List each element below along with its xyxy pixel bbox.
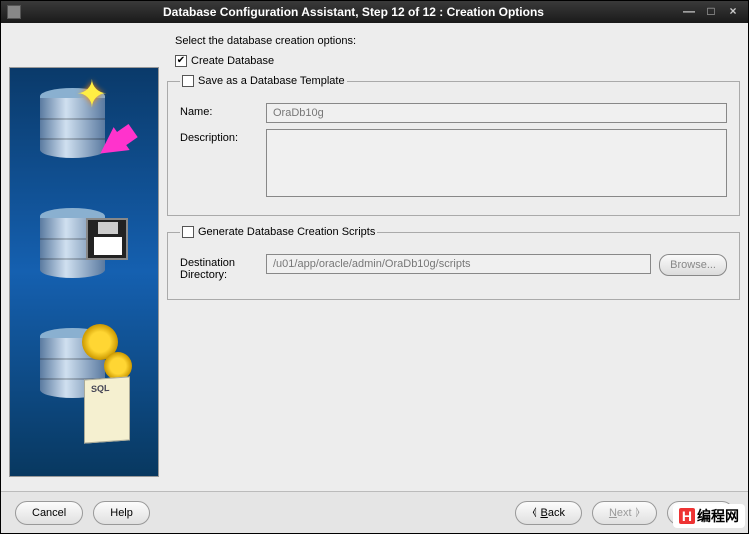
maximize-button[interactable]: □ bbox=[702, 5, 720, 19]
dest-dir-input[interactable] bbox=[266, 254, 651, 274]
minimize-button[interactable]: — bbox=[680, 5, 698, 19]
sql-script-icon bbox=[84, 376, 130, 443]
template-name-label: Name: bbox=[180, 103, 258, 118]
save-template-checkbox[interactable] bbox=[182, 75, 194, 87]
wizard-button-bar: Cancel Help ⦉ Back Next ⦊ Finish bbox=[1, 491, 748, 533]
browse-button[interactable]: Browse... bbox=[659, 254, 727, 276]
close-button[interactable]: × bbox=[724, 5, 742, 19]
create-database-label: Create Database bbox=[191, 55, 274, 67]
generate-scripts-checkbox[interactable] bbox=[182, 226, 194, 238]
template-desc-input[interactable] bbox=[266, 129, 727, 197]
chevron-left-icon: ⦉ bbox=[532, 506, 536, 519]
create-database-option[interactable]: ✔ Create Database bbox=[175, 55, 740, 67]
save-template-group: Save as a Database Template Name: Descri… bbox=[167, 75, 740, 216]
next-label: ext bbox=[617, 507, 632, 519]
watermark-logo: H bbox=[679, 508, 695, 524]
wizard-illustration: ✦ bbox=[9, 67, 159, 477]
generate-scripts-legend: Generate Database Creation Scripts bbox=[198, 226, 375, 238]
back-label: ack bbox=[548, 507, 565, 519]
back-button[interactable]: ⦉ Back bbox=[515, 501, 582, 525]
watermark: H 编程网 bbox=[673, 504, 745, 528]
watermark-text: 编程网 bbox=[697, 506, 739, 526]
floppy-icon bbox=[86, 218, 128, 260]
content-area: ✦ Select the database creation options: … bbox=[1, 23, 748, 533]
next-button[interactable]: Next ⦊ bbox=[592, 501, 657, 525]
options-panel: Select the database creation options: ✔ … bbox=[167, 31, 740, 483]
titlebar[interactable]: Database Configuration Assistant, Step 1… bbox=[1, 1, 748, 23]
app-icon bbox=[7, 5, 21, 19]
template-desc-label: Description: bbox=[180, 129, 258, 144]
cancel-button[interactable]: Cancel bbox=[15, 501, 83, 525]
template-name-input[interactable] bbox=[266, 103, 727, 123]
create-database-checkbox[interactable]: ✔ bbox=[175, 55, 187, 67]
save-template-legend: Save as a Database Template bbox=[198, 75, 345, 87]
generate-scripts-group: Generate Database Creation Scripts Desti… bbox=[167, 226, 740, 300]
window-title: Database Configuration Assistant, Step 1… bbox=[27, 5, 680, 19]
sparkle-icon: ✦ bbox=[76, 72, 108, 117]
dest-dir-label: Destination Directory: bbox=[180, 254, 258, 281]
window: Database Configuration Assistant, Step 1… bbox=[0, 0, 749, 534]
chevron-right-icon: ⦊ bbox=[636, 506, 640, 519]
intro-text: Select the database creation options: bbox=[175, 35, 740, 47]
help-button[interactable]: Help bbox=[93, 501, 150, 525]
